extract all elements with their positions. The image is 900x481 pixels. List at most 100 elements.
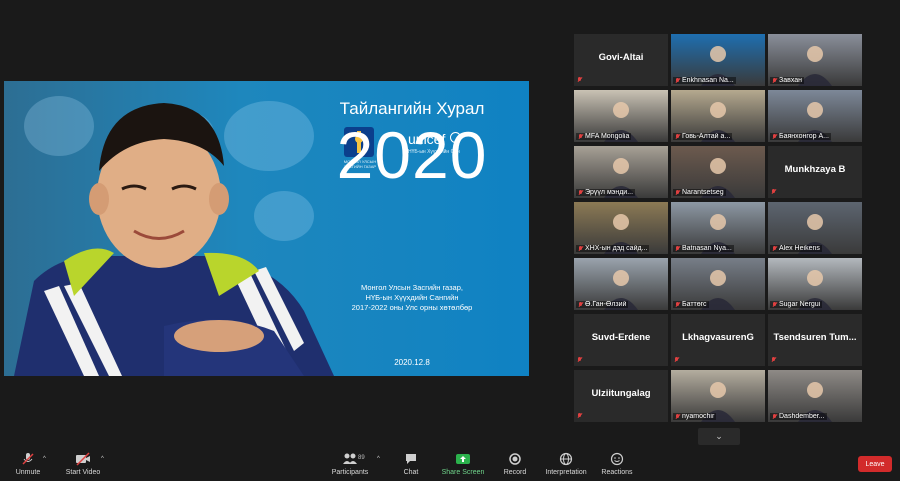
participant-name: Баттөгс — [682, 301, 707, 308]
unmute-button[interactable]: Unmute — [10, 452, 46, 476]
chat-button[interactable]: Chat — [396, 452, 426, 476]
participant-name-label: Dashdember... — [770, 413, 827, 420]
participant-name: Ө.Ган-Өлзий — [585, 301, 627, 308]
mic-muted-icon — [578, 245, 583, 252]
participant-tile[interactable]: Завхан — [768, 34, 862, 86]
slide-desc-line-3: 2017-2022 оны Улс орны хөтөлбөр — [351, 303, 473, 312]
mic-muted-icon — [772, 301, 777, 308]
participant-name: ХНХ-ын дэд сайд... — [585, 245, 648, 252]
participant-tile[interactable]: Dashdember... — [768, 370, 862, 422]
participant-name-label: Narantsetseg — [673, 189, 726, 196]
reactions-button[interactable]: Reactions — [598, 452, 636, 476]
video-options-caret[interactable]: ^ — [101, 456, 104, 462]
participant-tile[interactable]: Alex Heikens — [768, 202, 862, 254]
meeting-toolbar: Unmute ^ Start Video ^ Participants 89 ^… — [0, 446, 900, 481]
participant-tile[interactable]: nyamochir — [671, 370, 765, 422]
participant-name: MFA Mongolia — [585, 133, 630, 140]
participant-name: Sugar Nergui — [779, 301, 821, 308]
participant-tile[interactable]: Sugar Nergui — [768, 258, 862, 310]
participant-name: Баянхонгор А... — [779, 133, 829, 140]
participant-name: Dashdember... — [779, 413, 825, 420]
participant-tile[interactable]: Batnasan Nya... — [671, 202, 765, 254]
mic-muted-icon — [772, 77, 777, 84]
reactions-label: Reactions — [601, 469, 633, 476]
start-video-button[interactable]: Start Video — [60, 452, 106, 476]
mic-muted-icon — [22, 453, 34, 465]
mic-muted-icon — [675, 189, 680, 196]
mic-muted-icon — [577, 413, 582, 419]
participant-tile[interactable]: ХНХ-ын дэд сайд... — [574, 202, 668, 254]
participant-name-label: Баттөгс — [673, 301, 709, 308]
participant-name: Говь-Алтай а... — [682, 133, 731, 140]
participant-tile[interactable]: Ulziitungalag — [574, 370, 668, 422]
participant-tile[interactable]: Munkhzaya B — [768, 146, 862, 198]
participant-name: Batnasan Nya... — [682, 245, 732, 252]
record-label: Record — [503, 469, 527, 476]
audio-options-caret[interactable]: ^ — [43, 456, 46, 462]
mic-muted-icon — [675, 245, 680, 252]
interpretation-label: Interpretation — [545, 469, 587, 476]
participant-name-label: Enkhnasan Na... — [673, 77, 736, 84]
participant-name: Munkhzaya B — [784, 164, 846, 175]
mic-muted-icon — [578, 189, 583, 196]
mic-muted-icon — [577, 357, 582, 363]
chevron-down-icon: ⌄ — [715, 431, 723, 441]
participants-count: 89 — [358, 455, 365, 461]
participant-name: Enkhnasan Na... — [682, 77, 734, 84]
participant-tile[interactable]: Баттөгс — [671, 258, 765, 310]
interpretation-button[interactable]: Interpretation — [540, 452, 592, 476]
globe-icon — [559, 452, 573, 466]
chat-label: Chat — [403, 469, 419, 476]
participant-name: Завхан — [779, 77, 803, 84]
participant-name-label: Ө.Ган-Өлзий — [576, 301, 629, 308]
participant-tile[interactable]: Suvd-Erdene — [574, 314, 668, 366]
mic-muted-icon — [771, 357, 776, 363]
gallery-scroll-down-button[interactable]: ⌄ — [698, 428, 740, 445]
mic-muted-icon — [578, 301, 583, 308]
participant-tile[interactable]: Narantsetseg — [671, 146, 765, 198]
participant-name-label: Завхан — [770, 77, 805, 84]
participant-name: Tsendsuren Tum... — [773, 332, 857, 343]
child-photo — [14, 103, 334, 376]
share-screen-button[interactable]: Share Screen — [440, 452, 486, 476]
participants-options-caret[interactable]: ^ — [377, 456, 380, 462]
participant-tile[interactable]: LkhagvasurenG — [671, 314, 765, 366]
participants-icon — [343, 453, 357, 464]
mic-muted-icon — [578, 133, 583, 140]
participant-tile[interactable]: Ө.Ган-Өлзий — [574, 258, 668, 310]
slide-title: Тайлангийн Хурал — [339, 99, 485, 118]
participant-tile[interactable]: Эрүүл мэнди... — [574, 146, 668, 198]
smiley-icon — [610, 452, 624, 466]
participant-name-label: Эрүүл мэнди... — [576, 189, 636, 196]
mic-muted-icon — [675, 413, 680, 420]
participant-tile[interactable]: Говь-Алтай а... — [671, 90, 765, 142]
participant-name-label: Говь-Алтай а... — [673, 133, 733, 140]
participant-name: Govi-Altai — [598, 52, 644, 63]
unmute-label: Unmute — [15, 469, 41, 476]
share-screen-icon — [456, 454, 470, 464]
participant-name: Эрүүл мэнди... — [585, 189, 634, 196]
participant-tile[interactable]: Govi-Altai — [574, 34, 668, 86]
mic-muted-icon — [674, 357, 679, 363]
leave-button[interactable]: Leave — [858, 456, 892, 472]
participant-tile[interactable]: Enkhnasan Na... — [671, 34, 765, 86]
participants-button[interactable]: Participants — [328, 452, 372, 476]
participant-name-label: ХНХ-ын дэд сайд... — [576, 245, 650, 252]
mic-muted-icon — [577, 77, 582, 83]
participants-label: Participants — [331, 469, 369, 476]
participant-name: Narantsetseg — [682, 189, 724, 196]
record-icon — [509, 453, 521, 465]
participant-name: LkhagvasurenG — [682, 332, 754, 343]
slide-date: 2020.12.8 — [394, 358, 430, 367]
participant-tile[interactable]: MFA Mongolia — [574, 90, 668, 142]
mic-muted-icon — [675, 77, 680, 84]
record-button[interactable]: Record — [500, 452, 530, 476]
slide-description: Монгол Улсын Засгийн газар, НҮБ-ын Хүүхд… — [322, 283, 502, 313]
participant-tile[interactable]: Tsendsuren Tum... — [768, 314, 862, 366]
participant-tile[interactable]: Баянхонгор А... — [768, 90, 862, 142]
participant-name-label: Sugar Nergui — [770, 301, 823, 308]
share-screen-label: Share Screen — [441, 469, 485, 476]
participant-name-label: Batnasan Nya... — [673, 245, 734, 252]
mic-muted-icon — [675, 133, 680, 140]
chat-icon — [406, 454, 416, 464]
